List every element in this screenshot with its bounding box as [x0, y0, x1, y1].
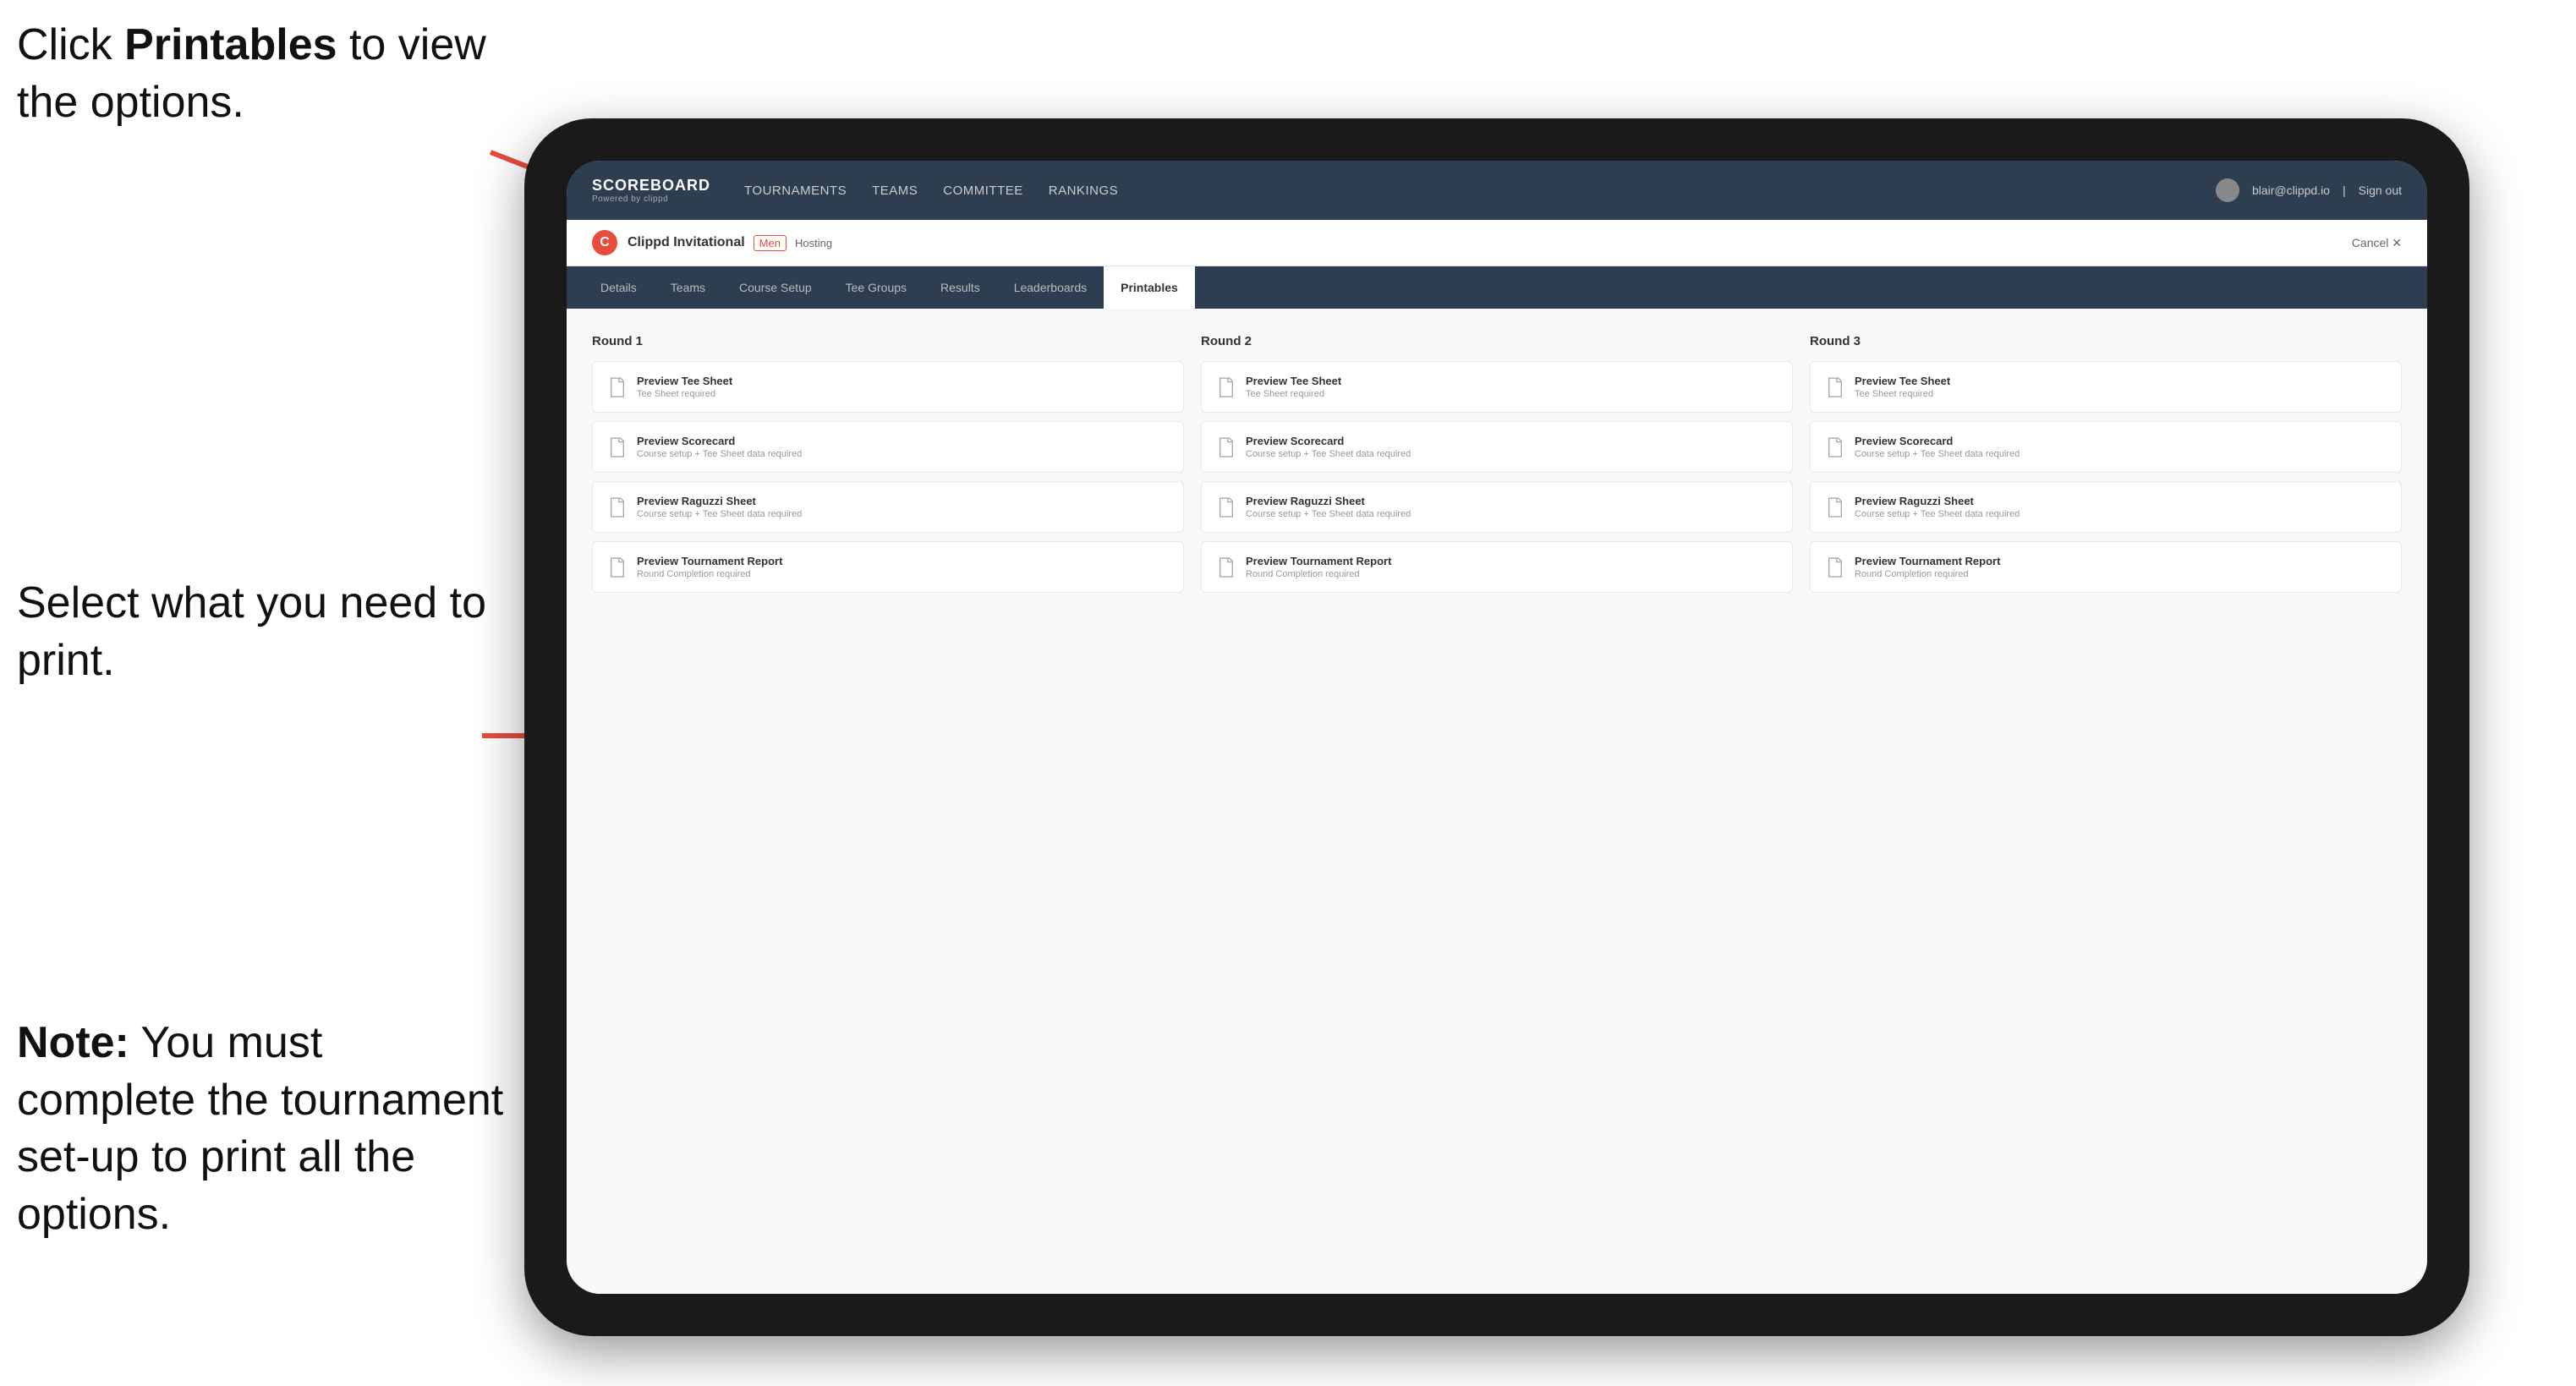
round-2-title: Round 2	[1201, 334, 1793, 348]
cancel-button[interactable]: Cancel ✕	[2352, 236, 2402, 250]
hosting-badge: Hosting	[795, 237, 832, 249]
tab-results[interactable]: Results	[924, 266, 997, 309]
round3-tournament-report-title: Preview Tournament Report	[1855, 555, 2000, 567]
round1-tee-sheet-title: Preview Tee Sheet	[637, 375, 732, 387]
nav-link-teams[interactable]: TEAMS	[872, 179, 918, 202]
tab-bar: Details Teams Course Setup Tee Groups Re…	[567, 266, 2427, 309]
document-icon-r2-2	[1217, 436, 1236, 458]
logo-title: SCOREBOARD	[592, 177, 710, 194]
scoreboard-logo: SCOREBOARD Powered by clippd	[592, 177, 710, 204]
document-icon-r2-1	[1217, 376, 1236, 398]
round3-tournament-report[interactable]: Preview Tournament Report Round Completi…	[1810, 541, 2402, 593]
tablet-screen: SCOREBOARD Powered by clippd TOURNAMENTS…	[567, 161, 2427, 1294]
round3-raguzzi[interactable]: Preview Raguzzi Sheet Course setup + Tee…	[1810, 481, 2402, 533]
round3-raguzzi-subtitle: Course setup + Tee Sheet data required	[1855, 509, 2020, 519]
round2-scorecard[interactable]: Preview Scorecard Course setup + Tee She…	[1201, 421, 1793, 473]
tournament-logo: C	[592, 230, 617, 255]
document-icon-2	[608, 436, 627, 458]
user-avatar	[2216, 178, 2239, 202]
sign-out-link[interactable]: Sign out	[2359, 184, 2402, 197]
round2-tournament-report-title: Preview Tournament Report	[1246, 555, 1391, 567]
nav-link-rankings[interactable]: RANKINGS	[1049, 179, 1118, 202]
sub-header: C Clippd Invitational Men Hosting Cancel…	[567, 220, 2427, 266]
nav-link-tournaments[interactable]: TOURNAMENTS	[744, 179, 847, 202]
round2-tee-sheet-title: Preview Tee Sheet	[1246, 375, 1341, 387]
round2-tournament-report-subtitle: Round Completion required	[1246, 569, 1391, 579]
round3-tee-sheet[interactable]: Preview Tee Sheet Tee Sheet required	[1810, 361, 2402, 413]
round-1-column: Round 1 Preview Tee Sheet Tee Sheet requ…	[592, 334, 1184, 601]
tab-tee-groups[interactable]: Tee Groups	[829, 266, 924, 309]
round2-raguzzi-subtitle: Course setup + Tee Sheet data required	[1246, 509, 1411, 519]
document-icon-r3-1	[1826, 376, 1844, 398]
logo-sub: Powered by clippd	[592, 194, 710, 204]
top-nav: SCOREBOARD Powered by clippd TOURNAMENTS…	[567, 161, 2427, 220]
tab-printables[interactable]: Printables	[1104, 266, 1195, 309]
document-icon-r2-3	[1217, 496, 1236, 518]
printables-bold: Printables	[124, 20, 337, 69]
tab-leaderboards[interactable]: Leaderboards	[997, 266, 1104, 309]
round-3-column: Round 3 Preview Tee Sheet Tee Sheet requ…	[1810, 334, 2402, 601]
top-nav-right: blair@clippd.io | Sign out	[2216, 178, 2402, 202]
round1-scorecard-title: Preview Scorecard	[637, 435, 802, 447]
tournament-logo-letter: C	[600, 235, 610, 250]
round-1-title: Round 1	[592, 334, 1184, 348]
tab-details[interactable]: Details	[584, 266, 654, 309]
round-3-title: Round 3	[1810, 334, 2402, 348]
document-icon	[608, 376, 627, 398]
round2-scorecard-subtitle: Course setup + Tee Sheet data required	[1246, 449, 1411, 459]
round1-raguzzi[interactable]: Preview Raguzzi Sheet Course setup + Tee…	[592, 481, 1184, 533]
round2-raguzzi-title: Preview Raguzzi Sheet	[1246, 495, 1411, 507]
round2-tee-sheet-subtitle: Tee Sheet required	[1246, 389, 1341, 399]
round2-tournament-report[interactable]: Preview Tournament Report Round Completi…	[1201, 541, 1793, 593]
round3-tournament-report-subtitle: Round Completion required	[1855, 569, 2000, 579]
round2-raguzzi[interactable]: Preview Raguzzi Sheet Course setup + Tee…	[1201, 481, 1793, 533]
tournament-tag: Men	[754, 235, 787, 251]
document-icon-r3-3	[1826, 496, 1844, 518]
round3-scorecard[interactable]: Preview Scorecard Course setup + Tee She…	[1810, 421, 2402, 473]
tournament-name: Clippd Invitational	[628, 235, 745, 250]
round1-tee-sheet[interactable]: Preview Tee Sheet Tee Sheet required	[592, 361, 1184, 413]
round3-tee-sheet-subtitle: Tee Sheet required	[1855, 389, 1950, 399]
round3-scorecard-subtitle: Course setup + Tee Sheet data required	[1855, 449, 2020, 459]
document-icon-3	[608, 496, 627, 518]
user-email: blair@clippd.io	[2252, 184, 2330, 197]
round1-tournament-report-title: Preview Tournament Report	[637, 555, 782, 567]
round1-raguzzi-title: Preview Raguzzi Sheet	[637, 495, 802, 507]
note-bold: Note:	[17, 1018, 129, 1067]
annotation-top: Click Printables to view the options.	[17, 17, 507, 131]
round-2-column: Round 2 Preview Tee Sheet Tee Sheet requ…	[1201, 334, 1793, 601]
round3-raguzzi-title: Preview Raguzzi Sheet	[1855, 495, 2020, 507]
round1-tournament-report-subtitle: Round Completion required	[637, 569, 782, 579]
round2-scorecard-title: Preview Scorecard	[1246, 435, 1411, 447]
document-icon-r3-4	[1826, 556, 1844, 578]
round2-tee-sheet[interactable]: Preview Tee Sheet Tee Sheet required	[1201, 361, 1793, 413]
round1-scorecard-subtitle: Course setup + Tee Sheet data required	[637, 449, 802, 459]
round1-scorecard[interactable]: Preview Scorecard Course setup + Tee She…	[592, 421, 1184, 473]
annotation-bottom: Note: You must complete the tournament s…	[17, 1015, 507, 1243]
round3-tee-sheet-title: Preview Tee Sheet	[1855, 375, 1950, 387]
top-nav-links: TOURNAMENTS TEAMS COMMITTEE RANKINGS	[744, 179, 2216, 202]
tab-teams[interactable]: Teams	[654, 266, 722, 309]
round1-tee-sheet-subtitle: Tee Sheet required	[637, 389, 732, 399]
pipe-separator: |	[2343, 184, 2346, 197]
annotation-middle: Select what you need to print.	[17, 575, 507, 689]
document-icon-4	[608, 556, 627, 578]
round1-raguzzi-subtitle: Course setup + Tee Sheet data required	[637, 509, 802, 519]
round1-tournament-report[interactable]: Preview Tournament Report Round Completi…	[592, 541, 1184, 593]
tablet-frame: SCOREBOARD Powered by clippd TOURNAMENTS…	[524, 118, 2469, 1336]
content-area: Round 1 Preview Tee Sheet Tee Sheet requ…	[567, 309, 2427, 1294]
document-icon-r2-4	[1217, 556, 1236, 578]
document-icon-r3-2	[1826, 436, 1844, 458]
rounds-grid: Round 1 Preview Tee Sheet Tee Sheet requ…	[592, 334, 2402, 601]
round3-scorecard-title: Preview Scorecard	[1855, 435, 2020, 447]
nav-link-committee[interactable]: COMMITTEE	[943, 179, 1023, 202]
tab-course-setup[interactable]: Course Setup	[722, 266, 829, 309]
